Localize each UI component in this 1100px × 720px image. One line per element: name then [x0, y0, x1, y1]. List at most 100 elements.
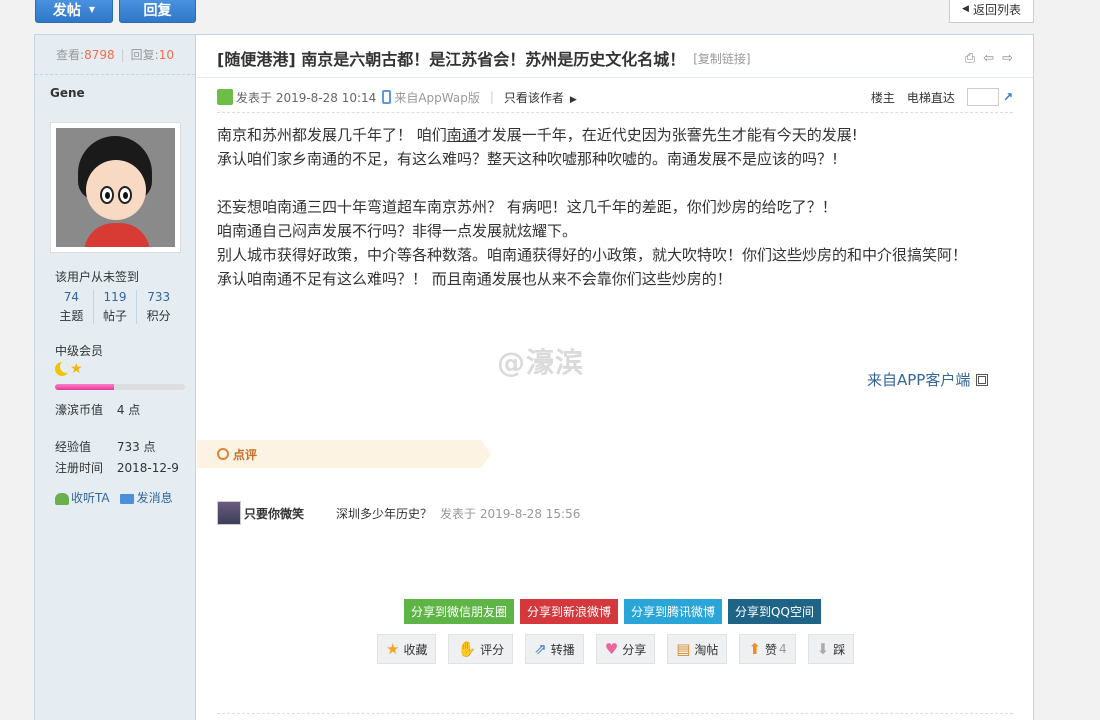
views-count: 8798 — [84, 47, 115, 62]
comment-time: 发表于 2019-8-28 15:56 — [440, 506, 581, 521]
post-paragraph: 承认咱们家乡南通的不足，有这么难吗？整天这种吹嘘那种吹嘘的。南通发展不是应该的吗… — [217, 150, 839, 168]
avatar[interactable] — [50, 122, 181, 253]
level-progress-fill — [55, 384, 114, 390]
share-label: 分享 — [622, 642, 647, 657]
message-link[interactable]: 发消息 — [119, 489, 173, 506]
share-qzone-button[interactable]: 分享到QQ空间 — [728, 599, 821, 624]
like-button[interactable]: ⬆ 赞 4 — [739, 634, 796, 664]
reply-button[interactable]: 回复 — [119, 0, 196, 23]
views-label: 查看: — [56, 48, 85, 62]
author-name[interactable]: Gene — [50, 86, 85, 100]
post-paragraph: 承认咱南通不足有这么难吗？！ 而且南通发展也从来不会靠你们这些炒房的！ — [217, 270, 732, 288]
prev-thread-icon[interactable]: ⇦ — [983, 51, 994, 66]
post-paragraph: 南京和苏州都发展几千年了！ 咱们南通才发展一千年，在近代史因为张謇先生才能有今天… — [217, 123, 987, 147]
post-main: [随便港港] 南京是六朝古都！是江苏省会！苏州是历史文化名城！ [复制链接] ⎙… — [197, 35, 1033, 720]
from-client-label: 来自APP客户端 — [867, 371, 971, 389]
post-body: 南京和苏州都发展几千年了！ 咱们南通才发展一千年，在近代史因为张謇先生才能有今天… — [217, 123, 987, 291]
post-button-label: 发帖 — [52, 2, 81, 19]
level-progress-bar — [55, 384, 185, 390]
member-level[interactable]: 中级会员 — [55, 342, 103, 359]
chevron-right-icon: ▶ — [569, 94, 577, 105]
follow-link[interactable]: 收听TA — [55, 489, 110, 506]
online-status-icon — [217, 89, 233, 105]
divider — [197, 77, 1033, 78]
avatar-image — [56, 128, 175, 247]
post-paragraph: 别人城市获得好政策，中介等各种数落。咱南通获得好的小政策，就大吹特吹！你们这些炒… — [217, 246, 968, 264]
taotie-button[interactable]: ▤ 淘帖 — [667, 634, 728, 664]
stat-posts[interactable]: 119 帖子 — [92, 290, 137, 324]
repost-label: 转播 — [550, 642, 575, 657]
post-time: 发表于 2019-8-28 10:14 — [236, 90, 377, 105]
replies-label: 回复: — [130, 48, 159, 62]
print-icon[interactable]: ⎙ — [965, 51, 975, 66]
back-to-list-label: 返回列表 — [972, 2, 1021, 17]
coins-value: 4 点 — [116, 403, 141, 417]
repost-icon: ⇗ — [534, 640, 547, 658]
coins-row: 濠滨币值 4 点 — [55, 401, 140, 418]
floor-tools: 楼主 电梯直达 ↗ — [871, 88, 1013, 106]
qr-code-icon — [976, 374, 989, 386]
next-thread-icon[interactable]: ⇨ — [1002, 51, 1013, 66]
author-actions: 收听TA 发消息 — [55, 489, 173, 506]
arrow-up-icon: ⬆ — [748, 640, 762, 658]
commenter-name[interactable]: 只要你微笑 — [244, 505, 304, 522]
repost-button[interactable]: ⇗ 转播 — [525, 634, 584, 664]
favorite-button[interactable]: ★ 收藏 — [377, 634, 437, 664]
stat-label: 积分 — [146, 309, 171, 323]
floor-jump-input[interactable] — [966, 88, 999, 106]
stat-value: 119 — [103, 290, 127, 304]
star-icon: ★ — [386, 640, 400, 658]
post-button[interactable]: 发帖 ▼ — [35, 0, 113, 23]
follow-icon — [55, 492, 69, 505]
post-actions: ★ 收藏 ✋ 评分 ⇗ 转播 ♥ 分享 ▤ 淘帖 ⬆ 赞 4 ⬇ 踩 — [377, 634, 855, 664]
post-frame: 查看: 8798 | 回复: 10 Gene 该用户从未签到 74 主题 119… — [34, 34, 1034, 720]
title-row: [随便港港] 南京是六朝古都！是江苏省会！苏州是历史文化名城！ [复制链接] ⎙… — [217, 47, 1013, 69]
stat-label: 主题 — [59, 309, 84, 323]
reg-label: 注册时间 — [55, 461, 104, 475]
author-only-label: 只看该作者 — [503, 90, 564, 105]
divider — [217, 112, 1013, 113]
commenter-avatar[interactable] — [217, 501, 241, 525]
taotie-label: 淘帖 — [694, 642, 719, 657]
from-app-label: 来自AppWap版 — [394, 90, 480, 105]
tag-link[interactable]: 南通 — [447, 126, 477, 144]
review-tab: 点评 — [197, 440, 491, 468]
dislike-button[interactable]: ⬇ 踩 — [807, 634, 855, 664]
share-button[interactable]: ♥ 分享 — [595, 634, 656, 664]
replies-count: 10 — [158, 47, 174, 62]
phone-icon — [382, 89, 392, 104]
divider — [217, 713, 1013, 714]
copy-link-button[interactable]: [复制链接] — [693, 50, 750, 67]
heart-icon: ♥ — [604, 640, 619, 658]
stat-value: 733 — [147, 290, 171, 304]
share-tencent-weibo-button[interactable]: 分享到腾讯微博 — [624, 599, 723, 624]
stat-topics[interactable]: 74 主题 — [50, 290, 93, 324]
back-to-list-button[interactable]: ◀ 返回列表 — [949, 0, 1034, 23]
jump-go-icon[interactable]: ↗ — [1003, 90, 1013, 104]
mail-icon — [119, 493, 134, 504]
star-icon: ★ — [70, 361, 83, 377]
level-stars: ★ — [55, 362, 83, 376]
share-wechat-button[interactable]: 分享到微信朋友圈 — [404, 599, 515, 624]
stat-value: 74 — [63, 290, 79, 304]
chevron-down-icon: ▼ — [88, 5, 96, 14]
post-paragraph: 还妄想咱南通三四十年弯道超车南京苏州？ 有病吧！这几千年的差距，你们炒房的给吃了… — [217, 198, 837, 216]
comment-text: 深圳多少年历史？ — [336, 506, 433, 521]
like-count: 4 — [779, 642, 787, 656]
follow-label: 收听TA — [71, 491, 110, 505]
share-weibo-button[interactable]: 分享到新浪微博 — [520, 599, 619, 624]
tray-icon: ▤ — [676, 640, 691, 658]
stat-label: 帖子 — [103, 309, 128, 323]
from-client-link[interactable]: 来自APP客户端 — [867, 369, 989, 390]
user-stats: 74 主题 119 帖子 733 积分 — [50, 290, 180, 324]
rate-button[interactable]: ✋ 评分 — [448, 634, 514, 664]
author-only-link[interactable]: 只看该作者 ▶ — [504, 89, 577, 106]
message-label: 发消息 — [136, 491, 173, 505]
from-app-link[interactable]: 来自AppWap版 — [382, 89, 480, 106]
stat-points[interactable]: 733 积分 — [136, 290, 180, 324]
reg-value: 2018-12-9 — [116, 461, 179, 475]
floor-label: 楼主 — [870, 90, 895, 105]
exp-value: 733 点 — [116, 440, 156, 454]
title-tools: ⎙ ⇦ ⇨ — [965, 51, 1013, 66]
